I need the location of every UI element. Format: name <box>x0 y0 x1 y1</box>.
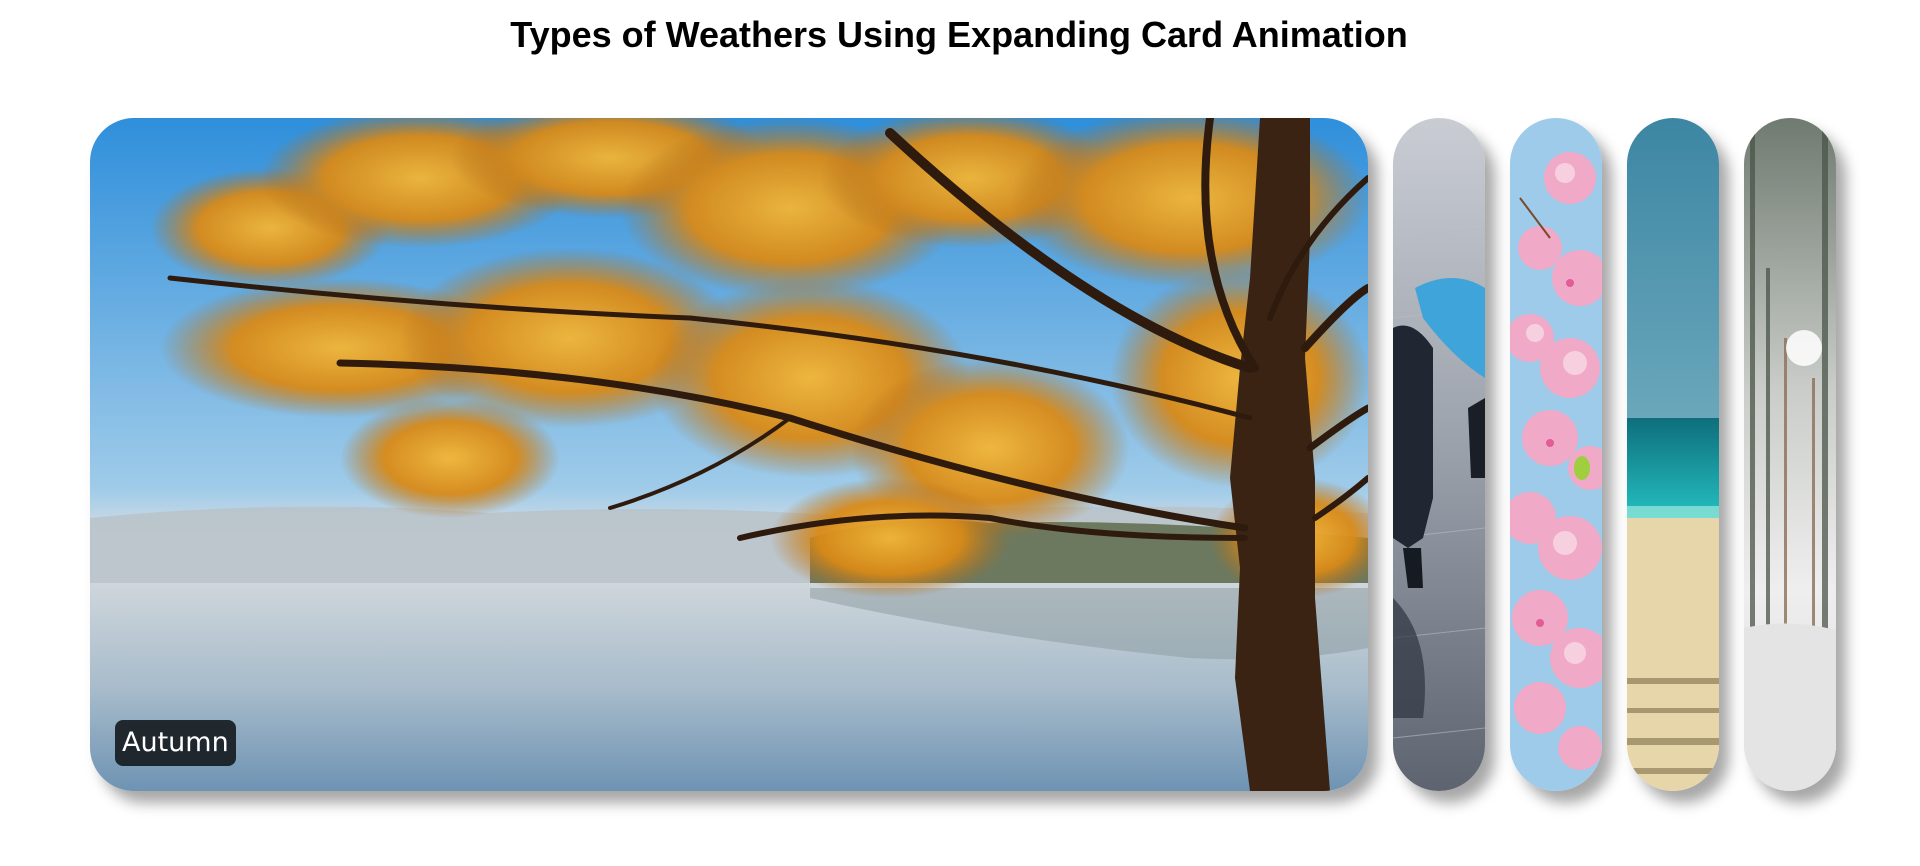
card-label-autumn: Autumn <box>115 720 236 766</box>
card-rain[interactable] <box>1393 118 1485 791</box>
card-spring[interactable] <box>1510 118 1602 791</box>
card-summer[interactable] <box>1627 118 1719 791</box>
summer-image <box>1627 118 1719 791</box>
card-container: Autumn <box>90 118 1836 791</box>
spring-image <box>1510 118 1602 791</box>
autumn-image <box>90 118 1368 791</box>
card-winter[interactable] <box>1744 118 1836 791</box>
winter-image <box>1744 118 1836 791</box>
page-title: Types of Weathers Using Expanding Card A… <box>510 14 1408 55</box>
rain-image <box>1393 118 1485 791</box>
card-autumn[interactable]: Autumn <box>90 118 1368 791</box>
